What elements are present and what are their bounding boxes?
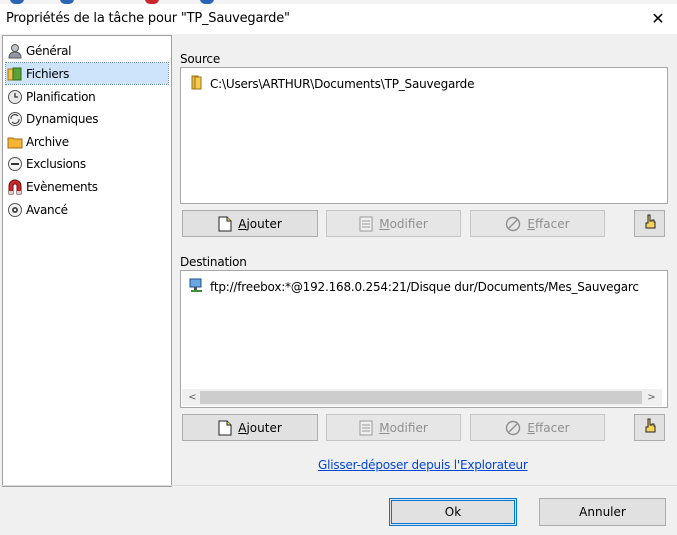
destination-add-button[interactable]: Ajouter — [182, 414, 318, 441]
edit-document-icon — [359, 420, 373, 436]
sidebar-item-archive[interactable]: Archive — [6, 131, 168, 152]
sidebar-item-label: Général — [26, 43, 72, 58]
hand-pointer-icon — [643, 214, 657, 233]
sidebar-item-label: Avancé — [26, 202, 68, 217]
destination-erase-button[interactable]: Effacer — [470, 414, 605, 441]
sidebar-item-label: Planification — [26, 89, 96, 104]
scrollbar-thumb[interactable] — [200, 391, 642, 404]
sidebar-item-dynamiques[interactable]: Dynamiques — [6, 108, 168, 129]
sidebar-item-avance[interactable]: Avancé — [6, 199, 168, 220]
edit-document-icon — [359, 216, 373, 232]
destination-list[interactable]: ftp://freebox:*@192.168.0.254:21/Disque … — [180, 270, 668, 408]
scroll-left-arrow[interactable]: < — [184, 389, 201, 406]
cancel-button-label: Annuler — [579, 505, 626, 519]
destination-modify-button[interactable]: Modifier — [326, 414, 461, 441]
destination-label: Destination — [180, 255, 247, 269]
list-item[interactable]: ftp://freebox:*@192.168.0.254:21/Disque … — [189, 277, 639, 296]
sidebar-item-label: Dynamiques — [26, 111, 99, 126]
dynamic-icon — [6, 110, 23, 127]
source-add-button[interactable]: Ajouter — [182, 210, 318, 237]
gear-icon — [6, 201, 23, 218]
no-entry-icon — [505, 420, 521, 436]
sidebar-item-exclusions[interactable]: Exclusions — [6, 153, 168, 174]
drag-drop-explorer-link[interactable]: Glisser-déposer depuis l'Explorateur — [318, 458, 528, 472]
source-modify-button[interactable]: Modifier — [326, 210, 461, 237]
destination-select-button[interactable] — [634, 414, 665, 441]
scroll-right-arrow[interactable]: > — [643, 389, 660, 406]
sidebar-item-label: Archive — [26, 134, 69, 149]
new-document-icon — [218, 216, 232, 232]
no-entry-icon — [505, 216, 521, 232]
hand-pointer-icon — [643, 418, 657, 437]
source-label: Source — [180, 52, 221, 66]
sidebar-item-label: Evènements — [26, 179, 98, 194]
horizontal-scrollbar[interactable]: < > — [182, 389, 662, 406]
destination-path: ftp://freebox:*@192.168.0.254:21/Disque … — [210, 279, 639, 294]
close-icon[interactable]: ✕ — [647, 8, 669, 30]
folder-icon — [189, 74, 205, 93]
sidebar-item-label: Exclusions — [26, 156, 86, 171]
window-title: Propriétés de la tâche pour "TP_Sauvegar… — [6, 11, 290, 26]
magnet-icon — [6, 178, 23, 195]
source-erase-button[interactable]: Effacer — [470, 210, 605, 237]
new-document-icon — [218, 420, 232, 436]
clock-icon — [6, 88, 23, 105]
list-item[interactable]: C:\Users\ARTHUR\Documents\TP_Sauvegarde — [189, 74, 474, 93]
title-bar: Propriétés de la tâche pour "TP_Sauvegar… — [0, 4, 677, 34]
sidebar-item-general[interactable]: Général — [6, 40, 168, 61]
archive-folder-icon — [6, 133, 23, 150]
source-list[interactable]: C:\Users\ARTHUR\Documents\TP_Sauvegarde — [180, 67, 668, 204]
sidebar-item-planification[interactable]: Planification — [6, 86, 168, 107]
sidebar-item-evenements[interactable]: Evènements — [6, 176, 168, 197]
cancel-button[interactable]: Annuler — [539, 498, 666, 526]
network-computer-icon — [189, 277, 205, 296]
source-select-button[interactable] — [634, 210, 665, 237]
ok-button[interactable]: Ok — [389, 498, 517, 526]
footer-separator — [0, 485, 677, 486]
general-icon — [6, 42, 23, 59]
dialog-body: Général Fichiers Planification Dynamique… — [0, 34, 677, 535]
files-icon — [6, 65, 23, 82]
ok-button-label: Ok — [444, 505, 462, 519]
category-sidebar: Général Fichiers Planification Dynamique… — [2, 35, 172, 487]
exclusion-icon — [6, 155, 23, 172]
source-path: C:\Users\ARTHUR\Documents\TP_Sauvegarde — [210, 76, 475, 91]
sidebar-item-files[interactable]: Fichiers — [5, 62, 169, 85]
sidebar-item-label: Fichiers — [26, 66, 70, 81]
